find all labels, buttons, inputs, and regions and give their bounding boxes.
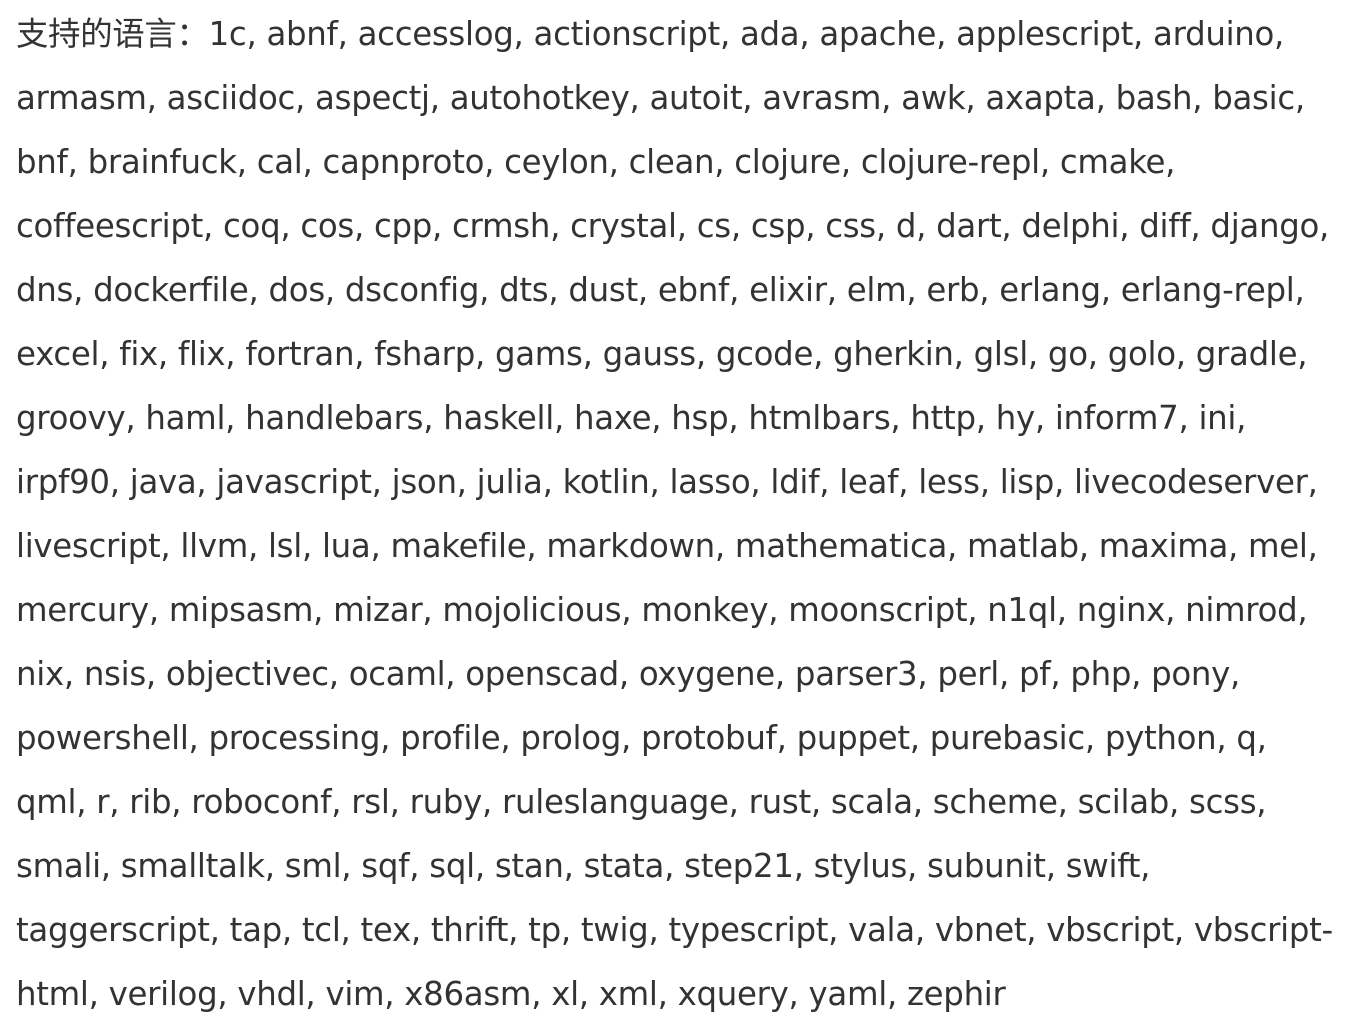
text-line: html, verilog, vhdl, vim, x86asm, xl, xm…: [16, 975, 1006, 1013]
text-line: powershell, processing, profile, prolog,…: [16, 719, 1267, 757]
text-line: bnf, brainfuck, cal, capnproto, ceylon, …: [16, 143, 1176, 181]
text-line: excel, fix, flix, fortran, fsharp, gams,…: [16, 335, 1308, 373]
text-line: livescript, llvm, lsl, lua, makefile, ma…: [16, 527, 1318, 565]
text-line: coffeescript, coq, cos, cpp, crmsh, crys…: [16, 207, 1330, 245]
text-line: groovy, haml, handlebars, haskell, haxe,…: [16, 399, 1247, 437]
text-line: smali, smalltalk, sml, sqf, sql, stan, s…: [16, 847, 1151, 885]
text-line: taggerscript, tap, tcl, tex, thrift, tp,…: [16, 911, 1333, 949]
text-line: 支持的语言：1c, abnf, accesslog, actionscript,…: [16, 15, 1285, 53]
text-line: irpf90, java, javascript, json, julia, k…: [16, 463, 1318, 501]
text-line: armasm, asciidoc, aspectj, autohotkey, a…: [16, 79, 1305, 117]
text-line: dns, dockerfile, dos, dsconfig, dts, dus…: [16, 271, 1305, 309]
text-line: mercury, mipsasm, mizar, mojolicious, mo…: [16, 591, 1308, 629]
supported-languages-paragraph: 支持的语言：1c, abnf, accesslog, actionscript,…: [16, 2, 1366, 1026]
text-line: nix, nsis, objectivec, ocaml, openscad, …: [16, 655, 1241, 693]
text-line: qml, r, rib, roboconf, rsl, ruby, rulesl…: [16, 783, 1267, 821]
